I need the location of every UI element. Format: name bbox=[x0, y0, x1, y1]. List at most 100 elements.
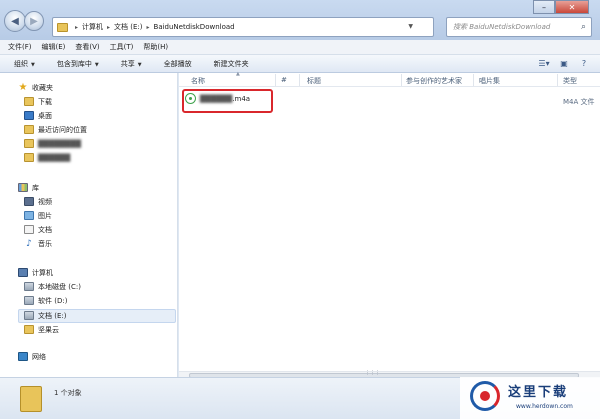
column-divider[interactable] bbox=[473, 74, 474, 86]
download-folder-icon bbox=[24, 97, 34, 106]
chevron-down-icon: ▼ bbox=[94, 61, 99, 68]
drive-icon bbox=[24, 282, 34, 291]
nav-libraries[interactable]: 库 bbox=[18, 181, 39, 194]
chevron-down-icon: ▼ bbox=[137, 61, 142, 68]
nav-item-desktop[interactable]: 桌面 bbox=[24, 109, 52, 122]
nav-item-drive-e[interactable]: 文档 (E:) bbox=[24, 309, 66, 322]
nav-item-drive-d[interactable]: 软件 (D:) bbox=[24, 294, 67, 307]
window-controls: – ✕ bbox=[533, 0, 589, 14]
menu-tools[interactable]: 工具(T) bbox=[110, 42, 134, 52]
view-options-icon[interactable]: ☰▾ bbox=[536, 57, 552, 70]
star-icon: ★ bbox=[18, 82, 28, 93]
nav-libraries-label: 库 bbox=[32, 183, 39, 192]
sort-up-icon: ▲ bbox=[236, 71, 240, 77]
video-icon bbox=[24, 197, 34, 206]
back-arrow-icon: ◀ bbox=[11, 15, 19, 27]
nav-item-hidden-2[interactable]: ██████ bbox=[24, 151, 70, 164]
nav-item-label: 软件 (D:) bbox=[38, 296, 68, 305]
network-icon bbox=[18, 352, 28, 361]
search-icon[interactable]: ⌕ bbox=[581, 22, 586, 32]
breadcrumb-computer[interactable]: 计算机 bbox=[82, 22, 103, 32]
explorer-window: ◀ ▶ ▸ 计算机 ▸ 文档 (E:) ▸ BaiduNetdiskDownlo… bbox=[0, 0, 600, 419]
back-button[interactable]: ◀ bbox=[4, 10, 26, 32]
chevron-right-icon: ▸ bbox=[75, 23, 79, 31]
nav-item-recent[interactable]: 最近访问的位置 bbox=[24, 123, 87, 136]
item-count: 1 个对象 bbox=[54, 389, 82, 397]
column-number[interactable]: # bbox=[281, 76, 287, 84]
address-bar[interactable]: ▸ 计算机 ▸ 文档 (E:) ▸ BaiduNetdiskDownload ▼ bbox=[52, 17, 434, 37]
column-title[interactable]: 标题 bbox=[307, 76, 321, 86]
column-divider[interactable] bbox=[557, 74, 558, 86]
help-icon[interactable]: ? bbox=[576, 57, 592, 70]
column-artist[interactable]: 参与创作的艺术家 bbox=[406, 76, 462, 86]
nav-network[interactable]: 网络 bbox=[18, 350, 46, 363]
nav-item-documents[interactable]: 文档 bbox=[24, 223, 52, 236]
minimize-button[interactable]: – bbox=[533, 0, 555, 14]
nav-item-hidden-1[interactable]: ████████ bbox=[24, 137, 81, 150]
nav-item-jianguoyun[interactable]: 坚果云 bbox=[24, 323, 59, 336]
nav-item-label: 音乐 bbox=[38, 239, 52, 248]
menu-view[interactable]: 查看(V) bbox=[75, 42, 99, 52]
nav-computer[interactable]: 计算机 bbox=[18, 266, 53, 279]
nav-item-drive-c[interactable]: 本地磁盘 (C:) bbox=[24, 280, 81, 293]
chevron-right-icon: ▸ bbox=[107, 23, 111, 31]
picture-icon bbox=[24, 211, 34, 220]
nav-favorites[interactable]: ★ 收藏夹 bbox=[18, 81, 53, 94]
nav-item-label: 文档 bbox=[38, 225, 52, 234]
cloud-folder-icon bbox=[24, 325, 34, 334]
forward-button[interactable]: ▶ bbox=[24, 11, 44, 31]
nav-item-downloads[interactable]: 下载 bbox=[24, 95, 52, 108]
play-all-button[interactable]: 全部播放 bbox=[164, 59, 192, 69]
menu-edit[interactable]: 编辑(E) bbox=[42, 42, 66, 52]
computer-icon bbox=[18, 268, 28, 277]
preview-pane-icon[interactable]: ▣ bbox=[556, 57, 572, 70]
file-type: M4A 文件 bbox=[563, 98, 595, 106]
desktop-icon bbox=[24, 111, 34, 120]
highlight-box bbox=[182, 89, 273, 113]
chevron-down-icon: ▼ bbox=[31, 61, 35, 68]
library-icon bbox=[18, 183, 28, 192]
nav-item-music[interactable]: ♪ 音乐 bbox=[24, 237, 52, 250]
organize-button[interactable]: 组织 ▼ bbox=[14, 59, 35, 69]
search-input[interactable]: 搜索 BaiduNetdiskDownload ⌕ bbox=[446, 17, 592, 37]
site-logo-icon bbox=[470, 381, 500, 411]
nav-item-label: 图片 bbox=[38, 211, 52, 220]
column-type[interactable]: 类型 bbox=[563, 76, 577, 86]
close-button[interactable]: ✕ bbox=[555, 0, 589, 14]
menu-help[interactable]: 帮助(H) bbox=[143, 42, 168, 52]
menu-file[interactable]: 文件(F) bbox=[8, 42, 32, 52]
watermark-url: www.herdown.com bbox=[516, 403, 573, 410]
column-headers: ▲ 名称 # 标题 参与创作的艺术家 唱片集 类型 bbox=[179, 71, 600, 87]
watermark: 这里下载 www.herdown.com bbox=[460, 377, 600, 419]
nav-item-label: 文档 (E:) bbox=[38, 311, 67, 320]
include-library-label: 包含到库中 bbox=[56, 59, 92, 68]
search-placeholder: 搜索 BaiduNetdiskDownload bbox=[453, 23, 551, 31]
column-divider[interactable] bbox=[299, 74, 300, 86]
nav-item-label: 本地磁盘 (C:) bbox=[38, 282, 81, 291]
column-divider[interactable] bbox=[275, 74, 276, 86]
column-divider[interactable] bbox=[401, 74, 402, 86]
column-album[interactable]: 唱片集 bbox=[479, 76, 500, 86]
nav-network-label: 网络 bbox=[32, 352, 46, 361]
organize-label: 组织 bbox=[14, 59, 28, 68]
nav-item-label: 视频 bbox=[38, 197, 52, 206]
view-controls: ☰▾ ▣ ? bbox=[532, 57, 592, 70]
nav-item-videos[interactable]: 视频 bbox=[24, 195, 52, 208]
nav-item-pictures[interactable]: 图片 bbox=[24, 209, 52, 222]
forward-arrow-icon: ▶ bbox=[30, 15, 38, 27]
include-library-button[interactable]: 包含到库中 ▼ bbox=[57, 59, 99, 69]
new-folder-button[interactable]: 新建文件夹 bbox=[214, 59, 249, 69]
folder-icon bbox=[57, 22, 68, 32]
column-name[interactable]: 名称 bbox=[191, 76, 205, 86]
breadcrumb-drive-e[interactable]: 文档 (E:) bbox=[114, 22, 142, 32]
scrollbar-grip-icon: ⋮⋮⋮ bbox=[365, 370, 380, 376]
file-list: ▲ 名称 # 标题 参与创作的艺术家 唱片集 类型 ██████ .m4a M4… bbox=[179, 71, 600, 378]
share-button[interactable]: 共享 ▼ bbox=[121, 59, 142, 69]
nav-item-label: 最近访问的位置 bbox=[38, 125, 87, 134]
nav-computer-label: 计算机 bbox=[32, 268, 53, 277]
address-dropdown-icon[interactable]: ▼ bbox=[408, 23, 413, 30]
breadcrumb-folder[interactable]: BaiduNetdiskDownload bbox=[154, 23, 235, 31]
folder-icon bbox=[24, 139, 34, 148]
watermark-title: 这里下载 bbox=[508, 385, 569, 400]
nav-item-label: 下载 bbox=[38, 97, 52, 106]
